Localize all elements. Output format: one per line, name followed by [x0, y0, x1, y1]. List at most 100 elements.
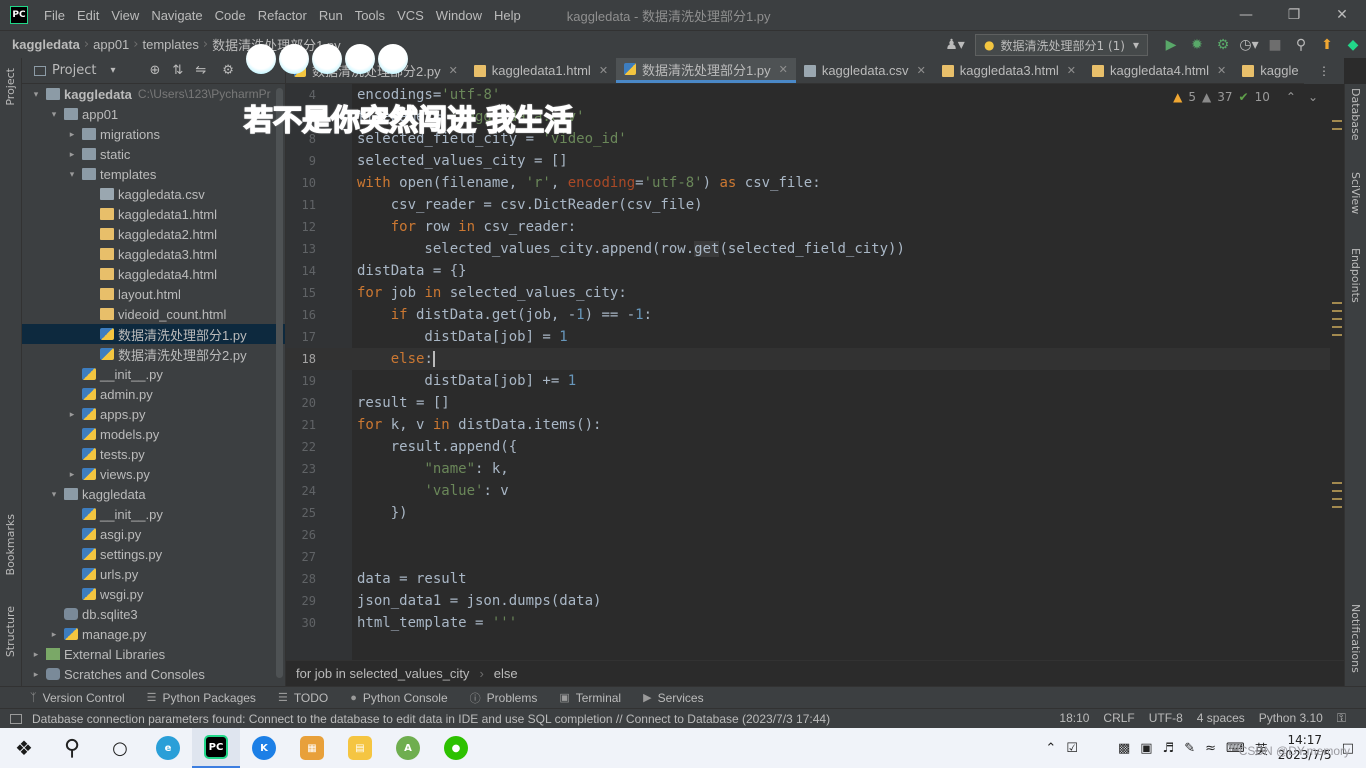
- tree-item[interactable]: ▾ kaggledata: [22, 484, 285, 504]
- menu-edit[interactable]: Edit: [71, 8, 105, 23]
- tree-item[interactable]: __init__.py: [22, 504, 285, 524]
- code-line[interactable]: 17 distData[job] = 1: [286, 326, 1330, 348]
- project-scrollbar[interactable]: [276, 88, 283, 678]
- indentation[interactable]: 4 spaces: [1197, 711, 1245, 726]
- services-button[interactable]: ▶ Services: [643, 691, 703, 705]
- breadcrumb-app01[interactable]: app01: [89, 37, 133, 52]
- wifi-icon[interactable]: ≈: [1205, 741, 1216, 756]
- pycharm-taskbar-icon[interactable]: PC: [192, 728, 240, 768]
- user-icon[interactable]: ♟▾: [935, 32, 975, 58]
- search-icon[interactable]: ⚲: [48, 728, 96, 768]
- code-editor[interactable]: ▲ 5 ▲ 37 ✔ 10 ⌃ ⌄ 4 encodings='utf-8' 7 fil…: [286, 84, 1330, 660]
- python-console-button[interactable]: ● Python Console: [350, 691, 447, 705]
- tabs-overflow-icon[interactable]: ⋮: [1304, 58, 1344, 84]
- menu-refactor[interactable]: Refactor: [252, 8, 313, 23]
- database-tool-button[interactable]: Database: [1349, 88, 1362, 141]
- problems-button[interactable]: ⓘ Problems: [470, 690, 538, 706]
- structure-tool-button[interactable]: Structure: [4, 606, 17, 657]
- code-line[interactable]: 29 json_data1 = json.dumps(data): [286, 590, 1330, 612]
- tree-item[interactable]: ▸ External Libraries: [22, 644, 285, 664]
- update-icon[interactable]: ⬆: [1314, 32, 1340, 58]
- line-separator[interactable]: CRLF: [1103, 711, 1134, 726]
- tree-item[interactable]: kaggledata1.html: [22, 204, 285, 224]
- tree-item[interactable]: kaggledata3.html: [22, 244, 285, 264]
- code-line[interactable]: 30 html_template = ''': [286, 612, 1330, 634]
- menu-file[interactable]: File: [38, 8, 71, 23]
- debug-icon[interactable]: ✹: [1184, 32, 1210, 58]
- code-line[interactable]: 12 for row in csv_reader:: [286, 216, 1330, 238]
- code-line[interactable]: 24 'value': v: [286, 480, 1330, 502]
- code-line[interactable]: 13 selected_values_city.append(row.get(s…: [286, 238, 1330, 260]
- code-line[interactable]: 19 distData[job] += 1: [286, 370, 1330, 392]
- breadcrumb-project[interactable]: kaggledata: [8, 37, 84, 52]
- chevron-right-icon[interactable]: ▸: [66, 469, 78, 480]
- close-icon[interactable]: ✕: [449, 64, 458, 77]
- chevron-right-icon[interactable]: ▸: [30, 669, 42, 680]
- chevron-right-icon[interactable]: ▸: [66, 129, 78, 140]
- tree-item[interactable]: ▸ views.py: [22, 464, 285, 484]
- version-control-button[interactable]: ᛉ Version Control: [30, 691, 125, 705]
- editor-tab[interactable]: 数据清洗处理部分1.py ✕: [616, 58, 796, 83]
- photos-icon[interactable]: ▦: [288, 728, 336, 768]
- tree-item[interactable]: settings.py: [22, 544, 285, 564]
- code-line[interactable]: 9 selected_values_city = []: [286, 150, 1330, 172]
- tree-item[interactable]: ▸ Scratches and Consoles: [22, 664, 285, 684]
- expand-all-icon[interactable]: ⇅: [172, 63, 183, 78]
- python-interpreter[interactable]: Python 3.10: [1259, 711, 1323, 726]
- menu-view[interactable]: View: [105, 8, 145, 23]
- stop-icon[interactable]: ■: [1262, 32, 1288, 58]
- code-line[interactable]: 10 with open(filename, 'r', encoding='utf…: [286, 172, 1330, 194]
- chevron-down-icon[interactable]: ▾: [110, 65, 115, 76]
- search-icon[interactable]: ⚲: [1288, 32, 1314, 58]
- tree-item[interactable]: 数据清洗处理部分2.py: [22, 344, 285, 364]
- tree-item[interactable]: __init__.py: [22, 364, 285, 384]
- code-line[interactable]: 22 result.append({: [286, 436, 1330, 458]
- windows-start-icon[interactable]: ❖: [0, 728, 48, 768]
- editor-scrollbar[interactable]: [1330, 84, 1344, 660]
- close-icon[interactable]: ✕: [1217, 64, 1226, 77]
- chevron-right-icon[interactable]: ▸: [30, 649, 42, 660]
- code-line[interactable]: 14 distData = {}: [286, 260, 1330, 282]
- wechat-icon[interactable]: ●: [432, 728, 480, 768]
- code-line[interactable]: 15 for job in selected_values_city:: [286, 282, 1330, 304]
- run-configuration-select[interactable]: ● 数据清洗处理部分1 (1) ▾: [975, 34, 1148, 56]
- code-line[interactable]: 11 csv_reader = csv.DictReader(csv_file): [286, 194, 1330, 216]
- task-view-icon[interactable]: ○: [96, 728, 144, 768]
- chevron-down-icon[interactable]: ▾: [48, 489, 60, 500]
- menu-navigate[interactable]: Navigate: [145, 8, 208, 23]
- code-line[interactable]: 25 }): [286, 502, 1330, 524]
- breadcrumb-for-loop[interactable]: for job in selected_values_city: [296, 666, 469, 681]
- tree-item[interactable]: kaggledata2.html: [22, 224, 285, 244]
- tree-item[interactable]: wsgi.py: [22, 584, 285, 604]
- close-icon[interactable]: ✕: [917, 64, 926, 77]
- chevron-right-icon[interactable]: ▸: [66, 149, 78, 160]
- minimize-icon[interactable]: —: [1222, 0, 1270, 30]
- file-explorer-icon[interactable]: ▤: [336, 728, 384, 768]
- tree-item[interactable]: tests.py: [22, 444, 285, 464]
- android-studio-icon[interactable]: A: [384, 728, 432, 768]
- network-icon[interactable]: ▩: [1118, 741, 1130, 756]
- chevron-down-icon[interactable]: ▾: [48, 109, 60, 120]
- sciview-tool-button[interactable]: SciView: [1349, 172, 1362, 214]
- menu-run[interactable]: Run: [313, 8, 349, 23]
- code-line[interactable]: 20 result = []: [286, 392, 1330, 414]
- locate-icon[interactable]: ⊕: [150, 63, 161, 78]
- close-icon[interactable]: ✕: [779, 63, 788, 76]
- breadcrumb-templates[interactable]: templates: [138, 37, 202, 52]
- editor-tab[interactable]: kaggledata3.html ✕: [934, 58, 1084, 83]
- tree-item[interactable]: kaggledata.csv: [22, 184, 285, 204]
- code-line[interactable]: 21 for k, v in distData.items():: [286, 414, 1330, 436]
- chevron-down-icon[interactable]: ▾: [30, 89, 42, 100]
- status-message[interactable]: Database connection parameters found: Co…: [32, 712, 830, 726]
- editor-tab[interactable]: kaggledata4.html ✕: [1084, 58, 1234, 83]
- pen-icon[interactable]: ✎: [1184, 741, 1195, 756]
- run-icon[interactable]: ▶: [1158, 32, 1184, 58]
- tree-item[interactable]: videoid_count.html: [22, 304, 285, 324]
- code-line[interactable]: 16 if distData.get(job, -1) == -1:: [286, 304, 1330, 326]
- file-encoding[interactable]: UTF-8: [1149, 711, 1183, 726]
- project-view-selector[interactable]: Project: [52, 63, 96, 78]
- tree-item[interactable]: ▸ static: [22, 144, 285, 164]
- edge-browser-icon[interactable]: e: [144, 728, 192, 768]
- code-line[interactable]: 26: [286, 524, 1330, 546]
- lock-icon[interactable]: ⚿: [1337, 711, 1346, 726]
